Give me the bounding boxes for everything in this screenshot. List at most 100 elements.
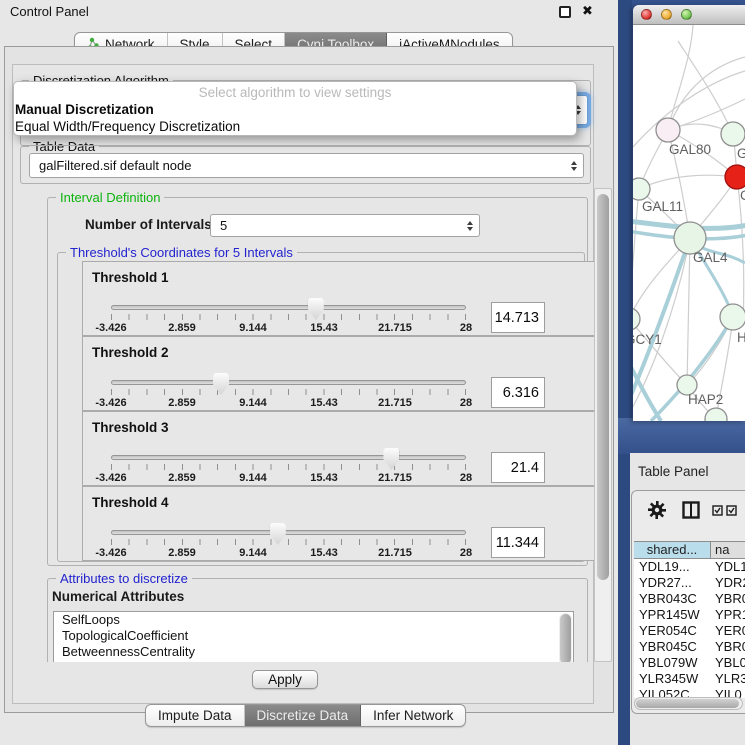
table-row[interactable]: YDL19...YDL1 [634, 559, 745, 575]
table-cell[interactable]: YBR043C [634, 591, 713, 607]
tab-impute-data[interactable]: Impute Data [146, 705, 245, 726]
tick-label: 2.859 [168, 397, 196, 409]
table-cell[interactable]: YBL079W [634, 655, 713, 671]
table-cell[interactable]: YER054C [634, 623, 713, 639]
table-cell[interactable]: YDR2 [713, 575, 745, 591]
network-node-label: GAL11 [642, 199, 683, 214]
table-cell[interactable]: YBR045C [634, 639, 713, 655]
threshold-value-field[interactable]: 21.4 [491, 452, 545, 483]
scrollbar-thumb[interactable] [597, 194, 609, 580]
slider-ticks [111, 389, 466, 395]
zoom-traffic-light[interactable] [681, 9, 692, 20]
table-cell[interactable]: YBL0 [713, 655, 745, 671]
slider-track[interactable] [111, 380, 466, 385]
float-window-icon[interactable] [559, 6, 571, 18]
table-cell[interactable]: YPR1 [713, 607, 745, 623]
table-horizontal-scrollbar[interactable] [634, 697, 743, 710]
apply-button[interactable]: Apply [252, 670, 318, 689]
number-of-intervals-label: Number of Intervals [85, 217, 212, 232]
slider-scale: -3.426 2.859 9.144 15.43 21.715 28 [111, 472, 466, 485]
table-cell[interactable]: YLR345W [634, 671, 713, 687]
table-data-group: Table Data galFiltered.sif default node [20, 146, 591, 184]
table-row[interactable]: YLR345WYLR3 [634, 671, 745, 687]
table-row[interactable]: YBR045CYBR0 [634, 639, 745, 655]
network-node[interactable] [705, 408, 727, 421]
threshold-value-field[interactable]: 6.316 [491, 377, 545, 408]
dropdown-option-manual[interactable]: Manual Discretization [14, 101, 576, 118]
threshold-value-field[interactable]: 11.344 [491, 527, 545, 558]
scrollbar-thumb[interactable] [636, 699, 739, 708]
table-cell[interactable]: YBR0 [713, 591, 745, 607]
tab-discretize-data[interactable]: Discretize Data [245, 705, 362, 726]
main-scrollbar[interactable] [594, 188, 612, 662]
network-window-titlebar[interactable] [633, 5, 745, 25]
network-node[interactable] [633, 308, 640, 330]
scrollbar-thumb[interactable] [560, 614, 571, 662]
gear-icon[interactable] [648, 501, 666, 519]
column-header-shared-name[interactable]: shared... [634, 542, 711, 558]
table-row[interactable]: YBL079WYBL0 [634, 655, 745, 671]
tick-label: 9.144 [239, 322, 267, 334]
split-view-icon[interactable] [682, 501, 700, 519]
network-node[interactable] [633, 178, 650, 200]
number-of-intervals-value: 5 [220, 218, 227, 233]
table-cell[interactable]: YER0 [713, 623, 745, 639]
table-cell[interactable]: YDR27... [634, 575, 713, 591]
table-row[interactable]: YDR27...YDR2 [634, 575, 745, 591]
table-data-combobox[interactable]: galFiltered.sif default node [29, 153, 584, 178]
close-icon[interactable]: ✖ [582, 3, 593, 19]
tick-label: 28 [460, 397, 472, 409]
tick-label: 15.43 [310, 472, 338, 484]
slider-scale: -3.426 2.859 9.144 15.43 21.715 28 [111, 397, 466, 410]
table-cell[interactable]: YLR3 [713, 671, 745, 687]
tab-infer-network[interactable]: Infer Network [361, 705, 465, 726]
tick-label: 15.43 [310, 322, 338, 334]
list-item[interactable]: BetweennessCentrality [54, 644, 573, 660]
network-node[interactable] [656, 118, 680, 142]
tick-label: 9.144 [239, 472, 267, 484]
dropdown-option-equal-width[interactable]: Equal Width/Frequency Discretization [14, 118, 576, 135]
network-node[interactable] [720, 304, 745, 330]
slider-track[interactable] [111, 305, 466, 310]
list-item[interactable]: SelfLoops [54, 612, 573, 628]
network-node-selected[interactable] [725, 165, 745, 189]
slider-track[interactable] [111, 530, 466, 535]
tick-label: 15.43 [310, 547, 338, 559]
network-node-label: GA [737, 146, 745, 161]
table-cell[interactable]: YDL19... [634, 559, 713, 575]
table-cell[interactable]: YDL1 [713, 559, 745, 575]
close-traffic-light[interactable] [641, 9, 652, 20]
tick-label: 21.715 [378, 397, 412, 409]
list-item[interactable]: TopologicalCoefficient [54, 628, 573, 644]
table-cell[interactable]: YPR145W [634, 607, 713, 623]
list-scrollbar[interactable] [559, 613, 572, 662]
table-panel-box: shared... na YDL19...YDL1 YDR27...YDR2 Y… [631, 490, 745, 714]
table-row[interactable]: YPR145WYPR1 [634, 607, 745, 623]
table-row[interactable]: YBR043CYBR0 [634, 591, 745, 607]
select-columns-icon[interactable] [712, 505, 738, 516]
threshold-slider[interactable]: -3.426 2.859 9.144 15.43 21.715 28 [111, 297, 466, 335]
network-canvas[interactable]: GAL80 GA C GAL11 GAL4 GCY1 H HAP2 [633, 25, 745, 421]
network-node[interactable] [721, 122, 745, 146]
network-node-label: H [737, 330, 745, 345]
tick-label: -3.426 [95, 472, 126, 484]
column-header-name[interactable]: na [711, 542, 745, 558]
attributes-list[interactable]: SelfLoops TopologicalCoefficient Between… [53, 611, 574, 662]
threshold-slider[interactable]: -3.426 2.859 9.144 15.43 21.715 28 [111, 372, 466, 410]
tick-label: 28 [460, 472, 472, 484]
minimize-traffic-light[interactable] [661, 9, 672, 20]
threshold-label: Threshold 2 [92, 345, 169, 360]
table-row[interactable]: YER054CYER0 [634, 623, 745, 639]
number-of-intervals-combobox[interactable]: 5 [210, 214, 480, 237]
threshold-slider[interactable]: -3.426 2.859 9.144 15.43 21.715 28 [111, 522, 466, 560]
control-panel: Control Panel ✖ Network Style Select Cyn… [0, 0, 618, 745]
table-cell[interactable]: YBR0 [713, 639, 745, 655]
table-panel: Table Panel [630, 453, 745, 745]
settings-scroll-viewport: Interval Definition Number of Intervals … [20, 188, 594, 662]
slider-track[interactable] [111, 455, 466, 460]
threshold-value-field[interactable]: 14.713 [491, 302, 545, 333]
threshold-slider[interactable]: -3.426 2.859 9.144 15.43 21.715 28 [111, 447, 466, 485]
tick-label: 28 [460, 547, 472, 559]
slider-scale: -3.426 2.859 9.144 15.43 21.715 28 [111, 547, 466, 560]
tick-label: 2.859 [168, 472, 196, 484]
